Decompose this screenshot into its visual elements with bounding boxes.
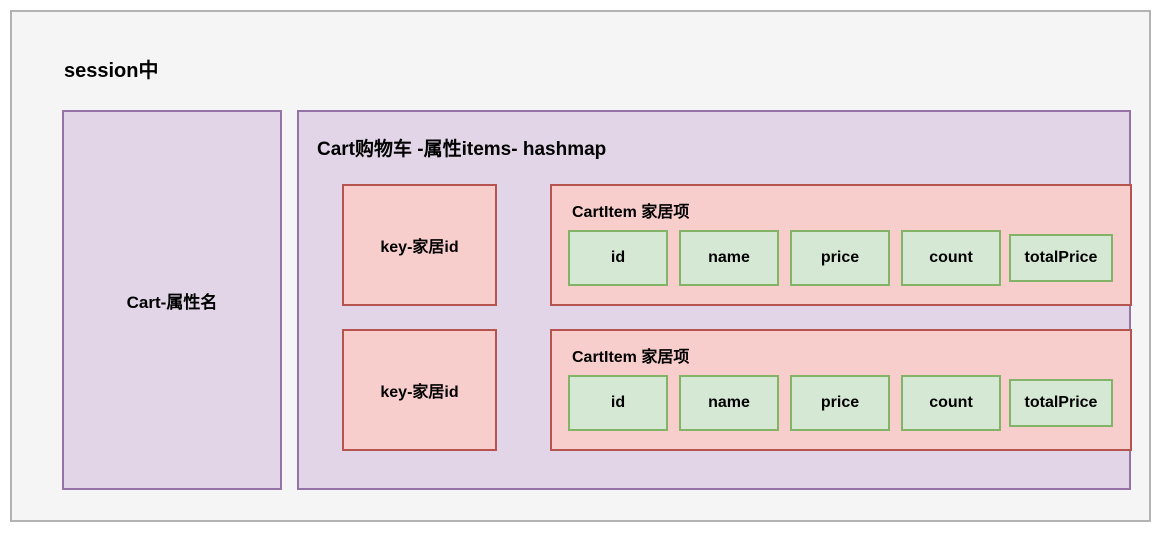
cartitem-field-price[interactable]: price [790, 230, 890, 286]
cartitem-field-row: id name price count totalPrice [568, 375, 1118, 431]
cartitem-field-name[interactable]: name [679, 230, 779, 286]
cartitem-field-label: count [929, 249, 973, 266]
cartitem-title: CartItem 家居项 [572, 349, 690, 366]
cartitem-field-label: totalPrice [1024, 394, 1098, 411]
cartitem-field-totalprice[interactable]: totalPrice [1009, 379, 1113, 427]
cartitem-title: CartItem 家居项 [572, 204, 690, 221]
session-container: session中 Cart-属性名 Cart购物车 -属性items- hash… [10, 10, 1151, 522]
cartitem-field-id[interactable]: id [568, 375, 668, 431]
cartitem-box[interactable]: CartItem 家居项 id name price count totalPr… [550, 184, 1132, 306]
cart-hashmap-container[interactable]: Cart购物车 -属性items- hashmap key-家居id CartI… [297, 110, 1132, 490]
cartitem-field-price[interactable]: price [790, 375, 890, 431]
cartitem-field-row: id name price count totalPrice [568, 230, 1118, 286]
cartitem-field-count[interactable]: count [901, 375, 1001, 431]
session-title: session中 [64, 60, 159, 82]
cartitem-field-label: price [820, 249, 860, 266]
cartitem-field-name[interactable]: name [679, 375, 779, 431]
hashmap-entry-row: key-家居id CartItem 家居项 id name price coun… [342, 329, 1132, 451]
cartitem-field-totalprice[interactable]: totalPrice [1009, 234, 1113, 282]
cartitem-field-count[interactable]: count [901, 230, 1001, 286]
cartitem-field-label: name [708, 249, 750, 266]
hashmap-key-box[interactable]: key-家居id [342, 184, 497, 306]
cartitem-field-label: id [610, 394, 626, 411]
cartitem-field-label: totalPrice [1024, 249, 1098, 266]
cartitem-field-label: id [610, 249, 626, 266]
hashmap-key-label: key-家居id [380, 239, 459, 256]
cart-attribute-name-box[interactable]: Cart-属性名 [62, 110, 282, 490]
cart-attribute-name-label: Cart-属性名 [126, 292, 218, 312]
hashmap-entry-row: key-家居id CartItem 家居项 id name price coun… [342, 184, 1132, 306]
cartitem-box[interactable]: CartItem 家居项 id name price count totalPr… [550, 329, 1132, 451]
cartitem-field-label: price [820, 394, 860, 411]
hashmap-key-label: key-家居id [380, 384, 459, 401]
hashmap-key-box[interactable]: key-家居id [342, 329, 497, 451]
cartitem-field-label: count [929, 394, 973, 411]
cartitem-field-id[interactable]: id [568, 230, 668, 286]
cartitem-field-label: name [708, 394, 750, 411]
cart-hashmap-title: Cart购物车 -属性items- hashmap [317, 139, 607, 160]
